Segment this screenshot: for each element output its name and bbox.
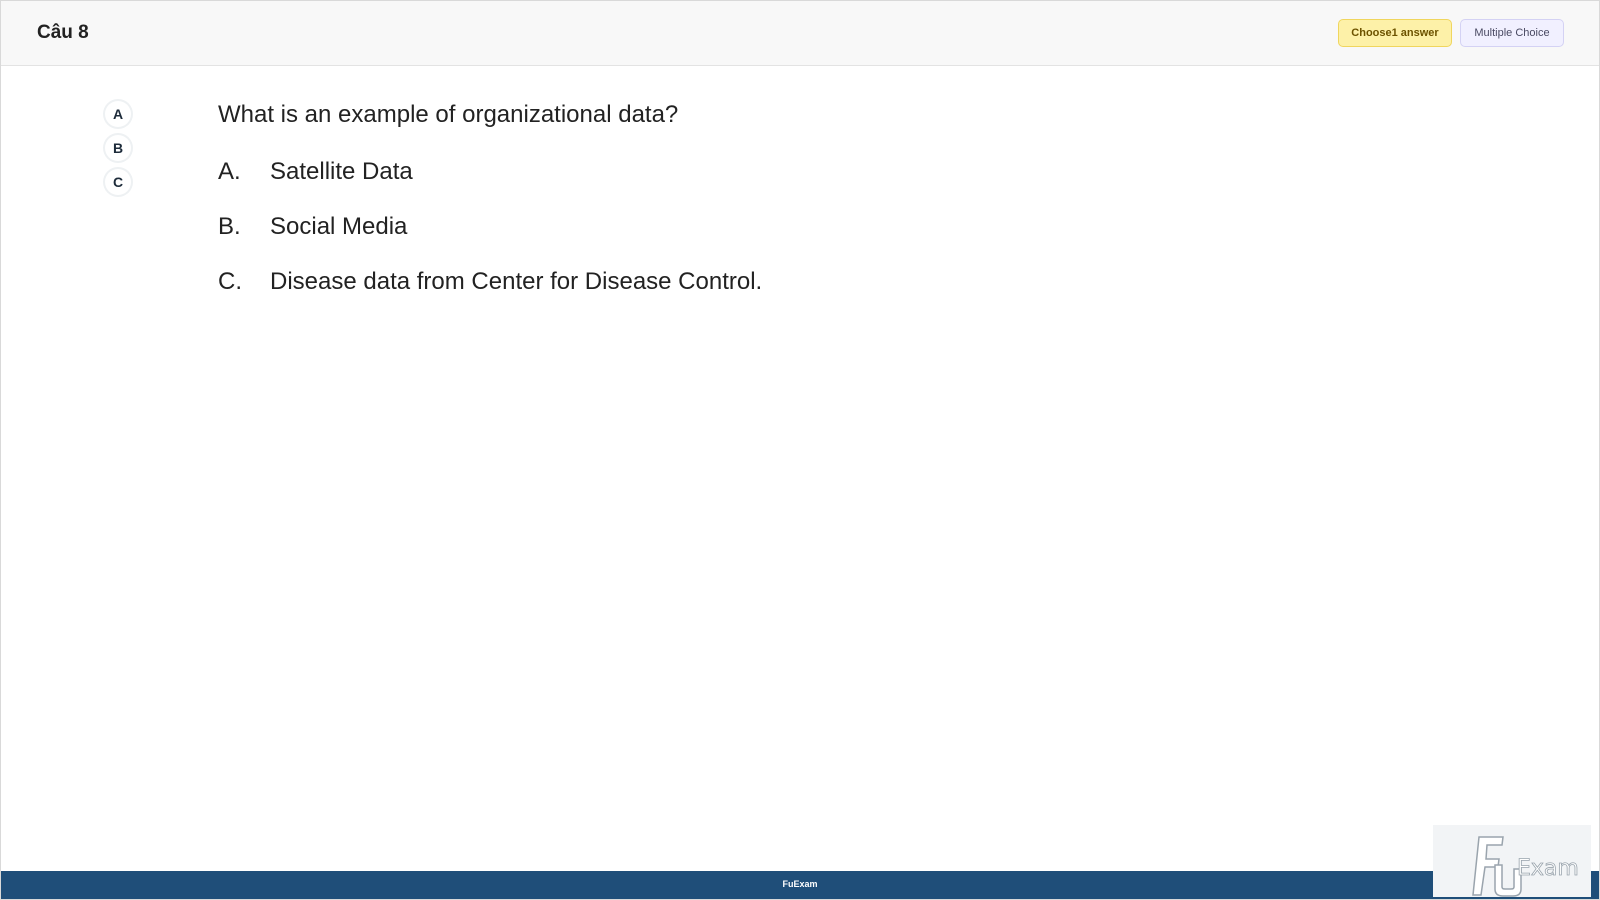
- choose-answer-badge: Choose1 answer: [1338, 19, 1452, 47]
- exam-page: Câu 8 Choose1 answer Multiple Choice A B…: [0, 0, 1600, 900]
- answer-option-b: B. Social Media: [218, 213, 407, 241]
- question-text: What is an example of organizational dat…: [218, 101, 679, 128]
- footer-brand-label: FuExam: [782, 879, 818, 889]
- footer-bar: FuExam: [1, 871, 1599, 899]
- answer-text: Social Media: [270, 213, 408, 240]
- question-number-title: Câu 8: [37, 22, 89, 43]
- svg-text:Exam: Exam: [1517, 856, 1579, 881]
- answer-option-c: C. Disease data from Center for Disease C…: [218, 268, 762, 296]
- answer-text: Disease data from Center for Disease Con…: [270, 268, 763, 295]
- answer-letter: B.: [218, 213, 241, 240]
- fuexam-logo-icon: Exam: [1472, 836, 1579, 897]
- option-b-button[interactable]: B: [105, 135, 131, 161]
- option-c-button[interactable]: C: [105, 169, 131, 195]
- answer-option-a: A. Satellite Data: [218, 158, 413, 186]
- option-a-button[interactable]: A: [105, 101, 131, 127]
- answer-letter: C.: [218, 268, 242, 295]
- question-type-badge: Multiple Choice: [1460, 19, 1564, 47]
- answer-letter: A.: [218, 158, 241, 185]
- answer-text: Satellite Data: [270, 158, 413, 185]
- question-header: Câu 8 Choose1 answer Multiple Choice: [1, 1, 1599, 66]
- fuexam-logo: Exam: [1433, 825, 1591, 897]
